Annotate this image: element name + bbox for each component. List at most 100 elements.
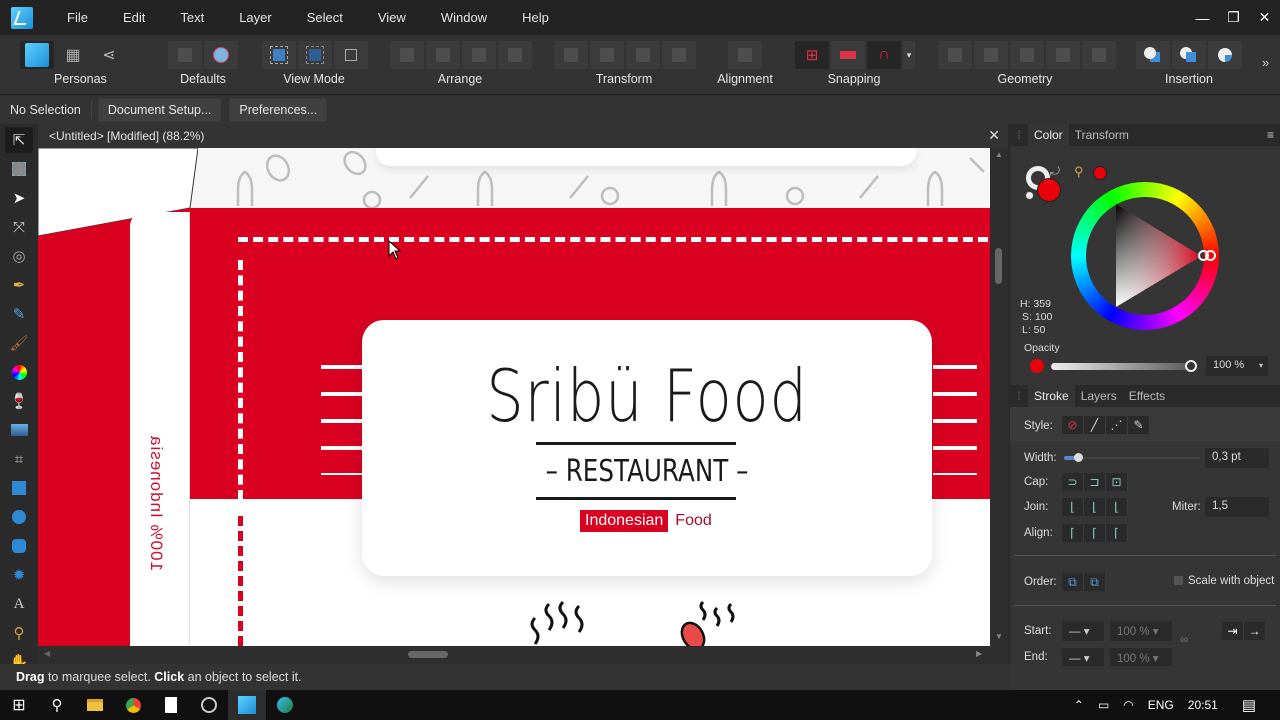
align-inside-button[interactable]: ⌈ [1062, 524, 1084, 542]
edge-button[interactable] [266, 690, 304, 720]
square-cap-button[interactable]: ⊡ [1106, 473, 1128, 491]
geometry-intersect-button[interactable] [1010, 41, 1044, 69]
rotate-right-button[interactable] [662, 41, 696, 69]
crop-tool[interactable]: ⌗ [5, 446, 33, 472]
close-document-button[interactable]: ✕ [988, 127, 1000, 144]
toolbar-overflow-button[interactable]: » [1262, 55, 1269, 70]
end-scale-input[interactable]: 100 % ▾ [1110, 648, 1172, 666]
round-join-button[interactable]: ⌊ [1084, 498, 1106, 516]
menu-text[interactable]: Text [170, 10, 215, 25]
link-icon[interactable]: ∞ [1180, 634, 1188, 646]
export-persona-button[interactable]: ⋖ [92, 41, 126, 69]
texture-stroke-button[interactable]: ✎ [1128, 416, 1150, 434]
minimize-button[interactable]: — [1187, 10, 1218, 26]
notifications-icon[interactable]: ▤ [1242, 696, 1256, 714]
rotate-left-button[interactable] [626, 41, 660, 69]
pixel-view-button[interactable] [298, 41, 332, 69]
show-hidden-icons-button[interactable]: ⌃ [1074, 698, 1084, 712]
outline-view-button[interactable] [334, 41, 368, 69]
bevel-join-button[interactable]: ⌊ [1106, 498, 1128, 516]
tab-color[interactable]: Color [1028, 124, 1069, 146]
move-tool[interactable]: ⇱ [5, 127, 33, 153]
point-transform-tool[interactable]: ◎ [5, 243, 33, 269]
stroke-front-fill-button[interactable]: ⧉ [1084, 573, 1106, 591]
geometry-subtract-button[interactable] [974, 41, 1008, 69]
file-explorer-button[interactable] [76, 690, 114, 720]
start-arrowhead-dropdown[interactable]: — ▾ [1062, 621, 1104, 641]
tab-effects[interactable]: Effects [1123, 385, 1171, 407]
ellipse-tool[interactable] [5, 504, 33, 530]
miter-input[interactable]: 1,5 [1205, 497, 1269, 517]
flip-vertical-button[interactable] [590, 41, 624, 69]
vertical-scrollbar[interactable]: ▲ ▼ [990, 148, 1008, 646]
color-handle[interactable] [1205, 250, 1216, 261]
language-indicator[interactable]: ENG [1148, 698, 1174, 712]
snapping-options-dropdown[interactable]: ▾ [903, 41, 915, 69]
vector-brush-tool[interactable]: 🖌 [5, 330, 33, 356]
obs-button[interactable] [190, 690, 228, 720]
arrow-inside-button[interactable]: ⇥ [1222, 622, 1244, 640]
alignment-button[interactable] [728, 41, 762, 69]
force-pixel-align-button[interactable] [831, 41, 865, 69]
menu-view[interactable]: View [368, 10, 417, 25]
scroll-left-arrow-icon[interactable]: ◀ [44, 649, 50, 658]
close-window-button[interactable]: ✕ [1249, 9, 1280, 26]
butt-cap-button[interactable]: ⊃ [1062, 473, 1084, 491]
geometry-xor-button[interactable] [1046, 41, 1080, 69]
width-slider[interactable] [1064, 453, 1200, 462]
scroll-up-arrow-icon[interactable]: ▲ [995, 150, 1003, 159]
saturation-triangle[interactable] [1071, 182, 1219, 330]
text-tool[interactable]: A [5, 591, 33, 617]
logo-card[interactable]: Sribü Food – RESTAURANT – Indonesian Foo… [362, 320, 932, 576]
designer-persona-button[interactable] [20, 41, 54, 69]
arrange-forward-button[interactable] [462, 41, 496, 69]
vertical-scroll-thumb[interactable] [995, 248, 1002, 284]
align-outside-button[interactable]: ⌈ [1106, 524, 1128, 542]
place-image-tool[interactable] [5, 417, 33, 443]
geometry-divide-button[interactable] [1082, 41, 1116, 69]
width-input[interactable]: 0,3 pt [1205, 448, 1269, 468]
rounded-rectangle-tool[interactable] [5, 533, 33, 559]
menu-select[interactable]: Select [297, 10, 354, 25]
insert-top-button[interactable] [1172, 41, 1206, 69]
miter-join-button[interactable]: ⌊ [1062, 498, 1084, 516]
corner-tool[interactable]: ⤧ [5, 214, 33, 240]
battery-icon[interactable]: ▭ [1098, 698, 1109, 712]
panel-grip-icon[interactable]: ⁞ [1010, 128, 1028, 142]
menu-layer[interactable]: Layer [229, 10, 283, 25]
wifi-icon[interactable]: ◠ [1123, 698, 1133, 712]
width-slider-thumb[interactable] [1074, 453, 1083, 462]
picked-color-swatch[interactable] [1093, 166, 1107, 180]
arrange-back-button[interactable] [390, 41, 424, 69]
search-button[interactable]: ⚲ [38, 690, 76, 720]
arrange-backward-button[interactable] [426, 41, 460, 69]
clock[interactable]: 20:51 [1188, 698, 1218, 712]
pencil-tool[interactable]: ✎ [5, 301, 33, 327]
canvas[interactable]: 100% Indonesia Sribü Food – RESTAURANT –… [38, 148, 990, 646]
eyedropper-icon[interactable]: ⚲ [1074, 164, 1084, 180]
solid-stroke-button[interactable]: ╱ [1084, 416, 1106, 434]
panel-menu-icon[interactable]: ≡ [1267, 128, 1274, 142]
opacity-slider-thumb[interactable] [1185, 360, 1197, 372]
document-setup-button[interactable]: Document Setup... [97, 98, 222, 122]
affinity-designer-taskbar-button[interactable] [228, 690, 266, 720]
horizontal-scroll-thumb[interactable] [408, 651, 448, 658]
insert-inside-button[interactable] [1208, 41, 1242, 69]
revert-defaults-button[interactable] [204, 41, 238, 69]
menu-window[interactable]: Window [431, 10, 498, 25]
document-tab[interactable]: <Untitled> [Modified] (88.2%) ✕ [38, 124, 1008, 148]
vector-view-button[interactable] [262, 41, 296, 69]
color-picker-tool[interactable]: ⚲ [5, 620, 33, 646]
tab-stroke[interactable]: Stroke [1028, 385, 1075, 407]
opacity-input[interactable]: 100 % [1206, 356, 1254, 376]
pen-tool[interactable]: ✒ [5, 272, 33, 298]
start-button[interactable]: ⊞ [0, 690, 38, 720]
snap-grid-button[interactable]: ⊞ [795, 41, 829, 69]
shape-tool[interactable]: ✹ [5, 562, 33, 588]
horizontal-scrollbar[interactable]: ◀ ▶ [38, 646, 1008, 664]
dashed-stroke-button[interactable]: ⋰ [1106, 416, 1128, 434]
tab-layers[interactable]: Layers [1075, 385, 1123, 407]
menu-file[interactable]: File [57, 10, 99, 25]
no-fill-icon[interactable] [1025, 191, 1034, 200]
round-cap-button[interactable]: ⊐ [1084, 473, 1106, 491]
